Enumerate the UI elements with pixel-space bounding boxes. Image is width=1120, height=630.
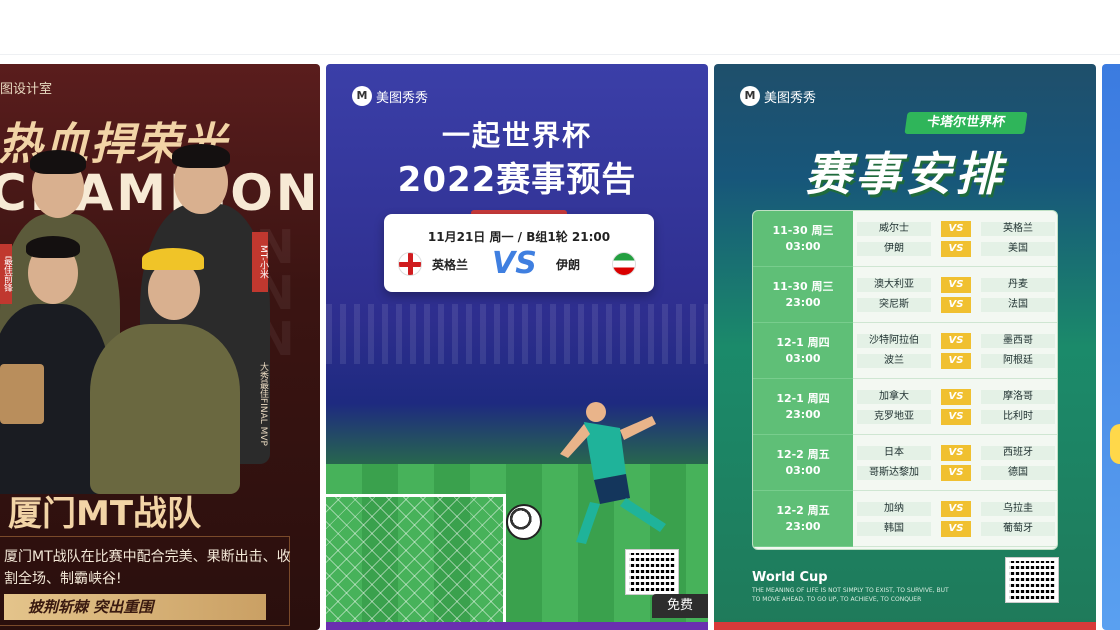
match-pair: 突尼斯 VS 法国 <box>857 295 1055 315</box>
logo-text: 美图秀秀 <box>376 90 429 106</box>
date-cell: 12-1 周四 03:00 <box>753 323 853 379</box>
match-pair: 韩国 VS 葡萄牙 <box>857 519 1055 539</box>
vs-label: VS <box>492 246 537 281</box>
schedule-title: 赛事安排 <box>805 147 1005 201</box>
card-brand: 图设计室 <box>0 82 53 97</box>
world-cup-subtext: THE MEANING OF LIFE IS NOT SIMPLY TO EXI… <box>752 587 949 603</box>
date-cell: 12-1 周四 23:00 <box>753 379 853 435</box>
meitu-logo-icon: M <box>740 86 760 106</box>
date-cell: 11-30 周三 23:00 <box>753 267 853 323</box>
template-card-partial[interactable] <box>1102 64 1120 630</box>
qr-code <box>1005 557 1059 603</box>
team-title: 厦门MT战队 <box>8 494 202 534</box>
date-cell: 12-2 周五 03:00 <box>753 435 853 491</box>
template-card-champion[interactable]: 图设计室 热血捍荣光 CHAMPION N N N 最佳前锋 MT-小米 大秀最… <box>0 64 320 630</box>
player-tag-left: 最佳前锋 <box>0 244 12 304</box>
team-left: 英格兰 <box>432 258 469 272</box>
england-flag-icon <box>398 252 422 276</box>
schedule-row: 12-1 周四 23:00 加拿大 VS 摩洛哥 克罗地亚 VS 比利时 <box>753 379 1057 435</box>
iran-flag-icon <box>612 252 636 276</box>
qatar-worldcup-badge: 卡塔尔世界杯 <box>904 112 1028 134</box>
player-tag-mid: MT-小米 <box>252 232 268 292</box>
match-pair: 加纳 VS 乌拉圭 <box>857 499 1055 519</box>
match-card: 11月21日 周一 / B组1轮 21:00 英格兰 VS 伊朗 <box>384 214 654 292</box>
schedule-row: 12-1 周四 03:00 沙特阿拉伯 VS 墨西哥 波兰 VS 阿根廷 <box>753 323 1057 379</box>
match-pair: 沙特阿拉伯 VS 墨西哥 <box>857 331 1055 351</box>
logo-text: 美图秀秀 <box>764 90 817 106</box>
meitu-logo: M 美图秀秀 <box>352 86 428 106</box>
team-description: 厦门MT战队在比赛中配合完美、果断出击、收割全场、制霸峡谷! <box>4 549 291 587</box>
match-pair: 日本 VS 西班牙 <box>857 443 1055 463</box>
meitu-logo-icon: M <box>352 86 372 106</box>
match-pair: 哥斯达黎加 VS 德国 <box>857 463 1055 483</box>
poster-title-line1: 一起世界杯 <box>441 119 592 152</box>
schedule-row: 12-2 周五 23:00 加纳 VS 乌拉圭 韩国 VS 葡萄牙 <box>753 491 1057 547</box>
player-tag-right: 大秀最佳FINAL MVP <box>258 362 268 446</box>
match-pair: 加拿大 VS 摩洛哥 <box>857 387 1055 407</box>
match-info: 11月21日 周一 / B组1轮 21:00 <box>427 230 611 244</box>
stadium-crowd <box>326 304 708 364</box>
date-cell: 12-2 周五 23:00 <box>753 491 853 547</box>
template-card-worldcup-preview[interactable]: M 美图秀秀 一起世界杯 2022赛事预告 11月21日 周一 / B组1轮 2… <box>326 64 708 630</box>
goal-net <box>326 494 506 624</box>
partial-graphic <box>1110 424 1120 464</box>
schedule-table: 11-30 周三 03:00 威尔士 VS 英格兰 伊朗 VS 美国 11-30 周三 23… <box>752 210 1058 550</box>
match-pair: 波兰 VS 阿根廷 <box>857 351 1055 371</box>
next-row-card-peek <box>326 622 708 630</box>
football-icon <box>506 504 542 540</box>
slogan-banner: 披荆斩棘 突出重围 <box>4 594 266 620</box>
date-cell: 11-30 周三 03:00 <box>753 211 853 267</box>
free-badge[interactable]: 免费 <box>652 594 708 618</box>
match-pair: 克罗地亚 VS 比利时 <box>857 407 1055 427</box>
qr-code <box>625 549 679 595</box>
template-card-match-schedule[interactable]: M 美图秀秀 卡塔尔世界杯 赛事安排 11-30 周三 03:00 威尔士 VS 英格… <box>714 64 1096 630</box>
team-right: 伊朗 <box>556 258 581 272</box>
schedule-row: 11-30 周三 03:00 威尔士 VS 英格兰 伊朗 VS 美国 <box>753 211 1057 267</box>
match-pair: 伊朗 VS 美国 <box>857 239 1055 259</box>
schedule-row: 12-2 周五 03:00 日本 VS 西班牙 哥斯达黎加 VS 德国 <box>753 435 1057 491</box>
next-row-card-peek <box>714 622 1096 630</box>
world-cup-label: World Cup <box>752 570 828 585</box>
top-divider <box>0 54 1120 55</box>
match-pair: 澳大利亚 VS 丹麦 <box>857 275 1055 295</box>
meitu-logo: M 美图秀秀 <box>740 86 816 106</box>
poster-title-line2: 2022赛事预告 <box>397 160 637 200</box>
footballer-illustration <box>560 402 666 544</box>
match-pair: 威尔士 VS 英格兰 <box>857 219 1055 239</box>
schedule-row: 11-30 周三 23:00 澳大利亚 VS 丹麦 突尼斯 VS 法国 <box>753 267 1057 323</box>
